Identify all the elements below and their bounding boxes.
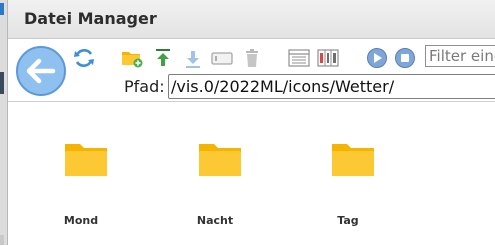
path-label: Pfad:	[124, 77, 165, 96]
table-view-icon	[317, 49, 339, 67]
play-icon	[367, 48, 387, 68]
refresh-button[interactable]	[72, 47, 96, 69]
upload-button[interactable]	[151, 47, 175, 69]
folder-icon	[65, 144, 107, 176]
folder-name: Nacht	[196, 214, 234, 227]
table-view-button[interactable]	[316, 47, 340, 69]
folder-name: Mond	[63, 214, 99, 227]
rename-icon	[211, 52, 233, 65]
folder-add-icon	[122, 52, 143, 68]
download-icon	[186, 51, 200, 68]
folder-icon	[199, 144, 241, 176]
arrow-left-icon	[26, 58, 56, 84]
background-element	[0, 235, 4, 245]
dialog-titlebar[interactable]: Datei Manager	[8, 0, 495, 39]
file-list: Mond Nacht Tag	[8, 101, 495, 246]
file-manager-dialog: Datei Manager Filter eing Pfad: /vis.0/2…	[7, 0, 495, 246]
upload-icon	[156, 49, 170, 66]
delete-button[interactable]	[240, 47, 264, 69]
folder-item-nacht[interactable]: Nacht	[170, 102, 260, 246]
background-element	[0, 72, 4, 94]
dialog-title: Datei Manager	[24, 9, 157, 28]
stop-icon	[395, 48, 415, 68]
stop-button[interactable]	[393, 47, 417, 69]
play-button[interactable]	[365, 47, 389, 69]
new-folder-button[interactable]	[120, 47, 144, 69]
filter-input[interactable]	[425, 45, 495, 67]
path-input[interactable]	[168, 74, 495, 99]
list-view-button[interactable]	[287, 47, 311, 69]
trash-icon	[246, 49, 258, 67]
background-element	[0, 3, 4, 15]
download-button[interactable]	[181, 47, 205, 69]
folder-item-tag[interactable]: Tag	[303, 102, 393, 246]
back-button[interactable]	[16, 46, 66, 96]
folder-name: Tag	[337, 214, 359, 227]
folder-item-mond[interactable]: Mond	[36, 102, 126, 246]
refresh-icon	[74, 49, 94, 67]
folder-icon	[332, 144, 374, 176]
list-view-icon	[288, 49, 310, 67]
rename-button[interactable]	[210, 47, 234, 69]
desktop-background-strip	[0, 0, 7, 245]
